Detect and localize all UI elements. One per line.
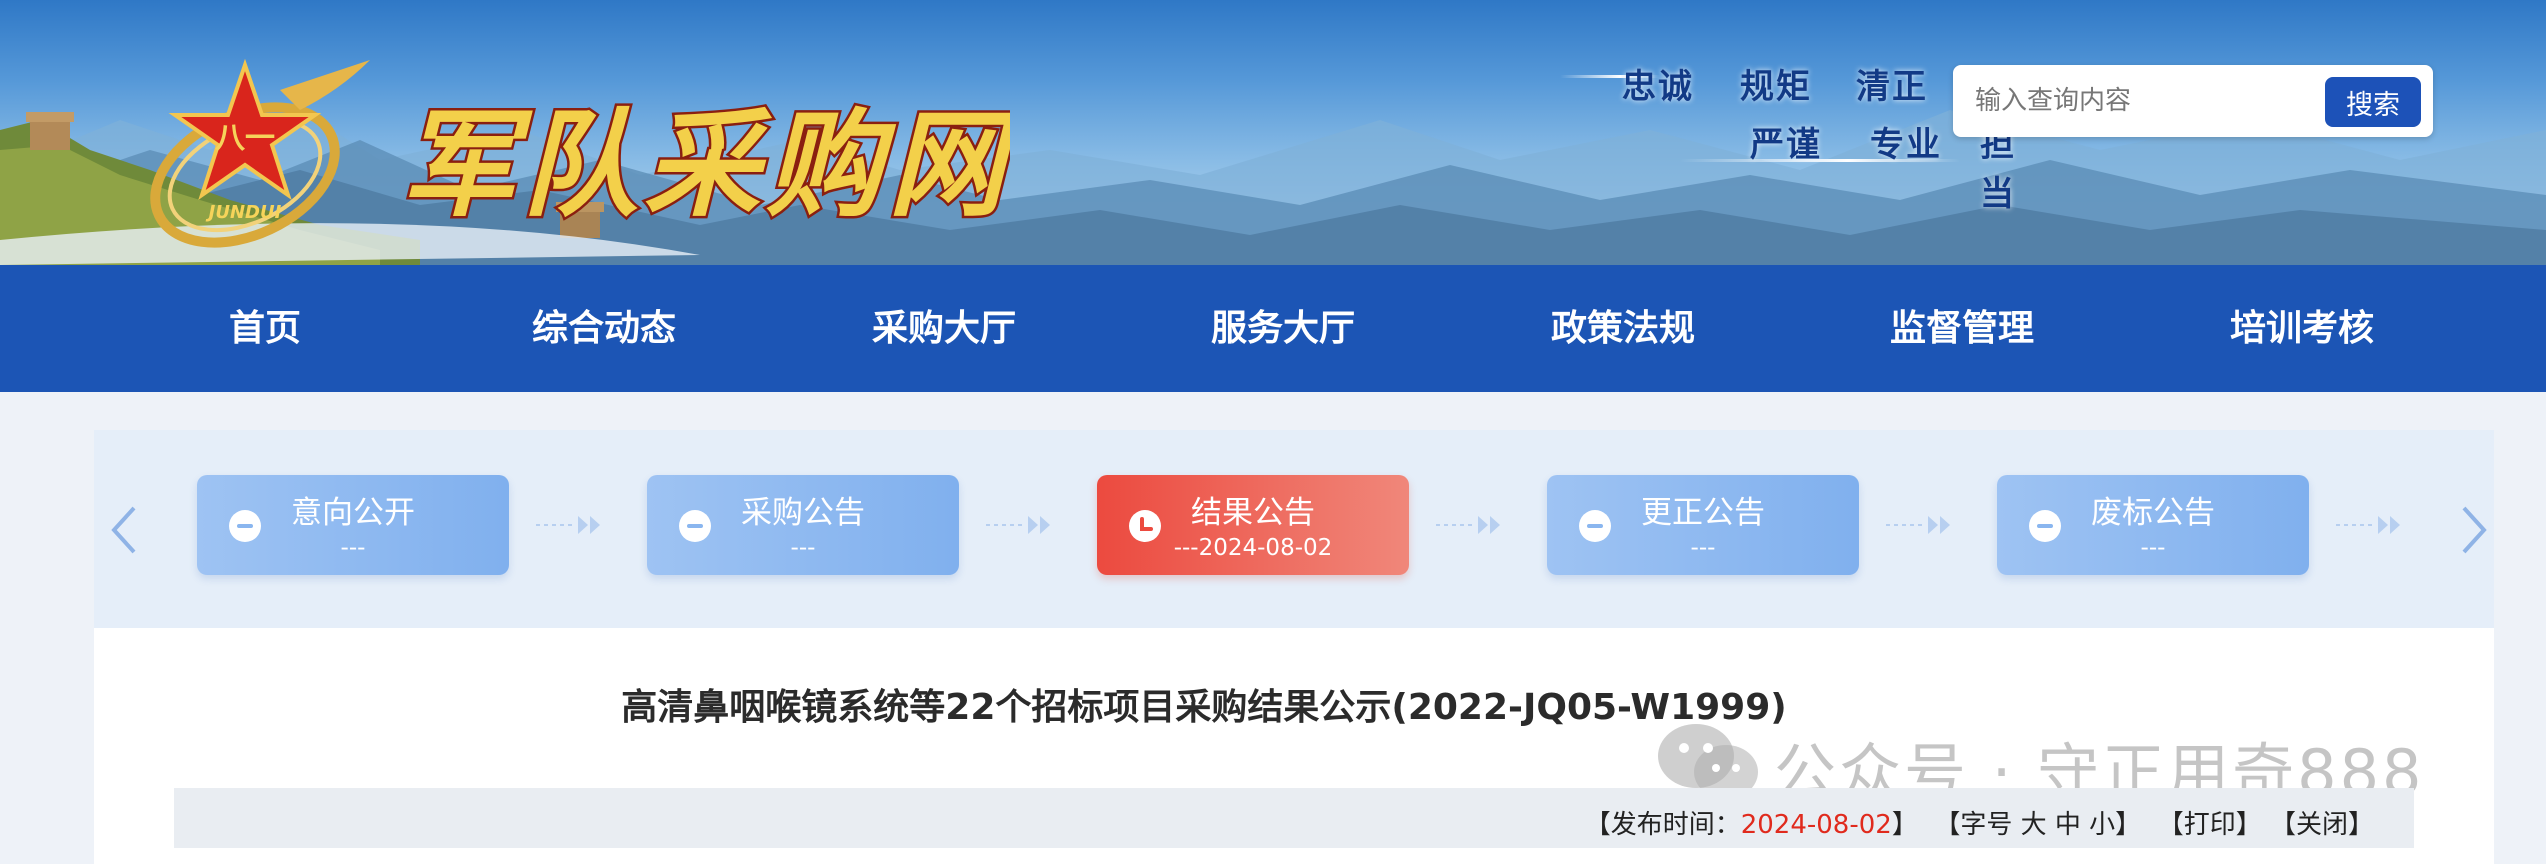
step-date: ---	[340, 535, 366, 561]
slogan-text: 严谨	[1750, 125, 1822, 165]
site-title-logo: 军队采购网	[398, 95, 1011, 236]
double-arrow-icon	[1436, 516, 1500, 534]
nav-item-news[interactable]: 综合动态	[474, 265, 734, 392]
nav-item-supervision[interactable]: 监督管理	[1832, 265, 2092, 392]
step-title: 废标公告	[2091, 495, 2215, 531]
publish-label: 【发布时间：	[1584, 810, 1741, 840]
chevron-left-icon[interactable]	[104, 500, 144, 560]
step-title: 结果公告	[1191, 495, 1315, 531]
article-meta-bar: 【发布时间：2024-08-02】 【字号 大 中 小】 【打印】 【关闭】	[174, 788, 2414, 848]
step-title: 意向公开	[291, 495, 415, 531]
emblem-logo: 八一 JUNDUI	[150, 58, 370, 248]
double-arrow-icon	[2336, 516, 2400, 534]
step-date: ---	[2140, 535, 2166, 561]
article-content: 高清鼻咽喉镜系统等22个招标项目采购结果公示(2022-JQ05-W1999) …	[94, 628, 2494, 864]
slogans: 忠诚 规矩 清正 严谨 专业 担当	[1560, 55, 2014, 214]
step-date: ---2024-08-02	[1173, 535, 1333, 561]
slogan-text: 忠诚	[1622, 67, 1694, 107]
process-steps: 意向公开 --- 采购公告 --- 结果公告 ---2024-08-02 更正公…	[94, 430, 2494, 628]
slogan-text: 规矩	[1740, 67, 1812, 107]
search-box: 搜索	[1953, 65, 2433, 137]
step-title: 更正公告	[1641, 495, 1765, 531]
publish-date: 2024-08-02	[1740, 810, 1892, 840]
double-arrow-icon	[536, 516, 600, 534]
step-title: 采购公告	[741, 495, 865, 531]
slogan-text: 清正	[1856, 67, 1928, 107]
publish-close: 】	[1891, 810, 1918, 840]
step-intent-disclosure[interactable]: 意向公开 ---	[197, 475, 509, 575]
double-arrow-icon	[1886, 516, 1950, 534]
font-size-control[interactable]: 【字号 大 中 小】	[1934, 810, 2141, 840]
close-button[interactable]: 【关闭】	[2270, 810, 2374, 840]
slogan-text: 专业	[1870, 125, 1942, 165]
nav-item-policy[interactable]: 政策法规	[1493, 265, 1753, 392]
search-input[interactable]	[1963, 75, 2313, 127]
nav-item-home[interactable]: 首页	[135, 265, 395, 392]
step-date: ---	[1690, 535, 1716, 561]
header-banner: 八一 JUNDUI 军队采购网 忠诚 规矩 清正 严谨 专业 担当 搜索	[0, 0, 2546, 265]
search-button[interactable]: 搜索	[2325, 77, 2421, 127]
step-date: ---	[790, 535, 816, 561]
nav-item-service-hall[interactable]: 服务大厅	[1153, 265, 1413, 392]
step-bid-cancel-notice[interactable]: 废标公告 ---	[1997, 475, 2309, 575]
nav-item-procurement-hall[interactable]: 采购大厅	[814, 265, 1074, 392]
svg-text:军队采购网: 军队采购网	[400, 97, 1010, 233]
step-procurement-notice[interactable]: 采购公告 ---	[647, 475, 959, 575]
print-button[interactable]: 【打印】	[2158, 810, 2262, 840]
chevron-right-icon[interactable]	[2454, 500, 2494, 560]
step-result-notice[interactable]: 结果公告 ---2024-08-02	[1097, 475, 1409, 575]
step-correction-notice[interactable]: 更正公告 ---	[1547, 475, 1859, 575]
svg-text:八一: 八一	[215, 121, 275, 156]
main-nav: 首页 综合动态 采购大厅 服务大厅 政策法规 监督管理 培训考核	[0, 265, 2546, 392]
svg-text:JUNDUI: JUNDUI	[206, 202, 282, 223]
nav-item-training[interactable]: 培训考核	[2172, 265, 2432, 392]
double-arrow-icon	[986, 516, 1050, 534]
